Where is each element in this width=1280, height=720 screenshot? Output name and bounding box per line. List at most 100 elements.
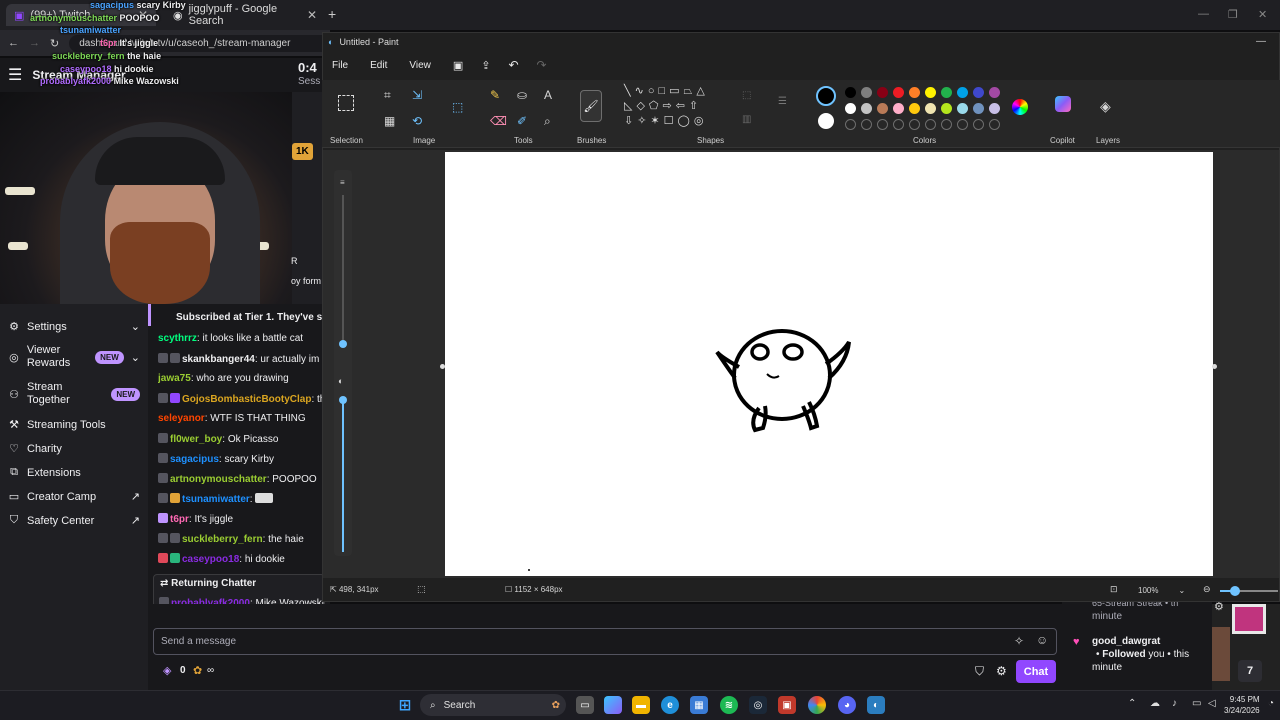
spotify-icon[interactable]: ≋ (720, 696, 738, 714)
text-icon[interactable]: A (544, 88, 552, 102)
custom-color-slot[interactable] (877, 119, 888, 130)
menu-file[interactable]: File (332, 60, 348, 71)
zoom-out-icon[interactable]: ⊖ (1203, 584, 1211, 595)
color-swatch[interactable] (957, 87, 968, 98)
rotate-icon[interactable]: ⟲ (412, 114, 422, 128)
color-picker-icon[interactable]: ✐ (517, 114, 527, 128)
follower-name[interactable]: good_dawgrat (1092, 636, 1160, 647)
tool-button[interactable]: 7 (1238, 660, 1262, 682)
magnifier-icon[interactable]: ⌕ (544, 114, 551, 129)
zoom-select[interactable]: 100% ⌄ (1132, 584, 1192, 597)
resize-handle[interactable] (440, 364, 445, 369)
sidebar-item-stream-together[interactable]: ⚇ Stream Together NEW (8, 381, 140, 407)
shape-fill-icon[interactable]: ▥ (742, 114, 751, 125)
color-swatch[interactable] (941, 87, 952, 98)
new-tab-icon[interactable]: + (328, 6, 336, 22)
color-swatch[interactable] (989, 103, 1000, 114)
sidebar-item-viewer-rewards[interactable]: ◎ Viewer Rewards NEW ⌄ (8, 344, 140, 370)
color-swatch[interactable] (877, 103, 888, 114)
color-swatch[interactable] (973, 87, 984, 98)
volume-icon[interactable]: ◁ (1208, 698, 1216, 709)
taskbar-clock[interactable]: 9:45 PM 3/24/2026 (1224, 694, 1260, 716)
back-icon[interactable]: ← (8, 37, 19, 49)
minimize-icon[interactable]: — (1198, 8, 1209, 20)
stroke-size-icon[interactable]: ☰ (778, 96, 787, 107)
opacity-thumb[interactable] (339, 396, 347, 404)
outline-icon[interactable]: ⬚ (742, 90, 751, 101)
primary-color[interactable] (816, 86, 836, 106)
fill-icon[interactable]: ⛀ (517, 88, 527, 102)
color-swatch[interactable] (925, 103, 936, 114)
sidebar-item-safety-center[interactable]: ⛉ Safety Center ↗ (8, 514, 140, 527)
sidebar-item-streaming-tools[interactable]: ⚒ Streaming Tools (8, 418, 140, 432)
sidebar-item-settings[interactable]: ⚙ Settings ⌄ (8, 320, 140, 334)
crop-icon[interactable]: ⌗ (384, 88, 391, 103)
resize-handle[interactable] (1212, 364, 1217, 369)
tray-chevron-icon[interactable]: ⌃ (1128, 698, 1136, 709)
steam-icon[interactable]: ◎ (749, 696, 767, 714)
menu-edit[interactable]: Edit (370, 60, 387, 71)
custom-color-slot[interactable] (989, 119, 1000, 130)
color-swatch[interactable] (861, 87, 872, 98)
color-swatch[interactable] (941, 103, 952, 114)
color-swatch[interactable] (877, 87, 888, 98)
image-select-icon[interactable]: ▦ (384, 114, 395, 128)
file-explorer-icon[interactable]: ▬ (632, 696, 650, 714)
shapes-gallery[interactable]: ╲∿○□▭⏢△ ◺◇⬠⇨⇦⇧ ⇩✧✶☐◯◎ (624, 84, 728, 132)
custom-color-slot[interactable] (845, 119, 856, 130)
sidebar-item-extensions[interactable]: ⧉ Extensions (8, 466, 140, 479)
copilot-taskbar-icon[interactable] (604, 696, 622, 714)
drawing-canvas[interactable] (445, 152, 1213, 576)
brush-icon[interactable]: 🖌 (580, 90, 602, 122)
discord-icon[interactable]: ◕ (838, 696, 856, 714)
save-icon[interactable]: ▣ (453, 59, 463, 72)
pencil-icon[interactable]: ✎ (490, 88, 500, 102)
chrome-icon[interactable] (808, 696, 826, 714)
edit-colors-icon[interactable] (1012, 99, 1028, 115)
taskbar-search[interactable]: ⌕ Search ✿ (420, 694, 566, 716)
layers-icon[interactable]: ◈ (1100, 98, 1111, 115)
undo-icon[interactable]: ↶ (508, 58, 518, 72)
menu-view[interactable]: View (409, 60, 431, 71)
custom-color-slot[interactable] (861, 119, 872, 130)
preview-thumbnail[interactable] (1232, 604, 1266, 634)
sidebar-item-creator-camp[interactable]: ▭ Creator Camp ↗ (8, 490, 140, 504)
paint-taskbar-icon[interactable]: ◐ (867, 696, 885, 714)
fit-icon[interactable]: ⊡ (1110, 584, 1118, 595)
chat-input[interactable] (153, 628, 1057, 655)
color-swatch[interactable] (925, 87, 936, 98)
resize-icon[interactable]: ⇲ (412, 88, 422, 102)
mod-shield-icon[interactable]: ⛉ (975, 664, 984, 679)
close-tab-icon[interactable]: ✕ (307, 8, 317, 22)
color-swatch[interactable] (893, 103, 904, 114)
reload-icon[interactable]: ↻ (50, 37, 59, 50)
color-swatch[interactable] (989, 87, 1000, 98)
edge-icon[interactable]: e (661, 696, 679, 714)
close-window-icon[interactable]: ✕ (1258, 8, 1267, 21)
custom-color-slot[interactable] (941, 119, 952, 130)
app-icon[interactable]: ▣ (778, 696, 796, 714)
menu-icon[interactable]: ☰ (8, 65, 22, 85)
maximize-icon[interactable]: ❐ (1228, 8, 1238, 21)
color-swatch[interactable] (909, 103, 920, 114)
zoom-slider-thumb[interactable] (1230, 586, 1240, 596)
paint-minimize-icon[interactable]: — (1256, 36, 1266, 47)
secondary-color[interactable] (818, 113, 834, 129)
emote-picker-icon[interactable]: ☺ (1036, 633, 1048, 647)
custom-color-slot[interactable] (925, 119, 936, 130)
store-icon[interactable]: ▦ (690, 696, 708, 714)
browser-tab-google[interactable]: ◉ jigglypuff - Google Search ✕ (165, 3, 325, 27)
custom-color-slot[interactable] (973, 119, 984, 130)
channel-points-icon[interactable]: ◈ (163, 664, 171, 677)
color-swatch[interactable] (957, 103, 968, 114)
selection-icon[interactable] (338, 95, 354, 111)
custom-color-slot[interactable] (893, 119, 904, 130)
chat-send-button[interactable]: Chat (1016, 660, 1056, 683)
color-swatch[interactable] (845, 87, 856, 98)
eraser-icon[interactable]: ⌫ (490, 114, 507, 128)
color-swatch[interactable] (861, 103, 872, 114)
network-icon[interactable]: ▭ (1192, 698, 1201, 709)
sidebar-item-charity[interactable]: ♡ Charity (8, 442, 140, 456)
color-swatch[interactable] (893, 87, 904, 98)
start-icon[interactable]: ⊞ (396, 696, 414, 714)
